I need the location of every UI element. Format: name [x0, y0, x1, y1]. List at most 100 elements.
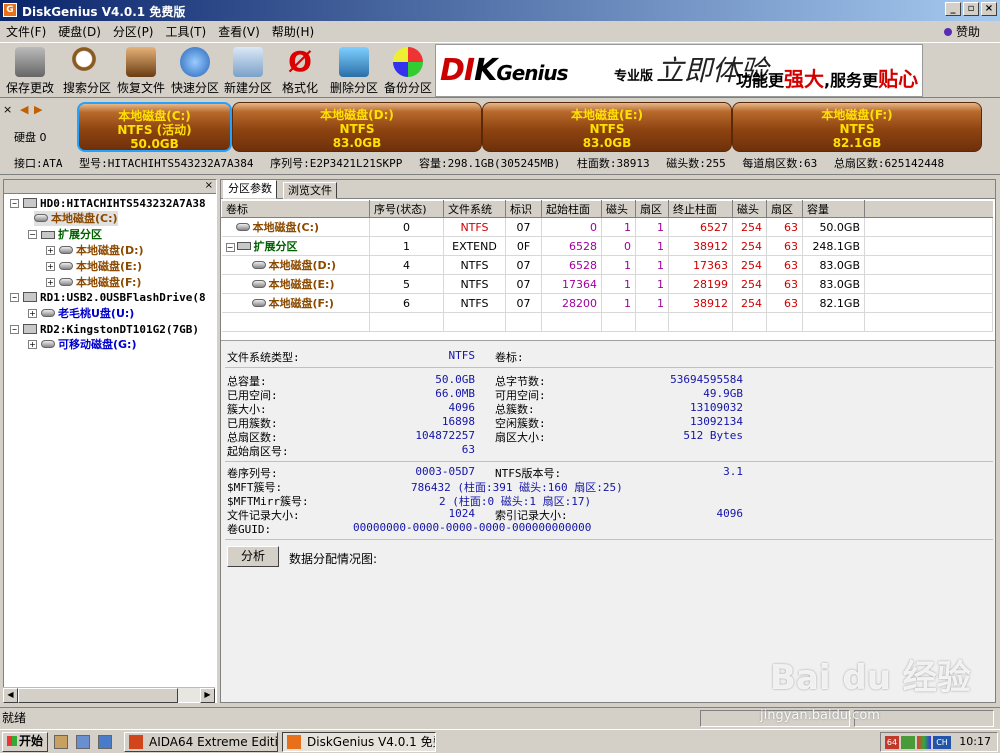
tree-node-hd0[interactable]: − HD0:HITACHIHTS543232A7A38: [10, 196, 206, 211]
disk-label: 硬盘 0: [14, 131, 47, 144]
search-icon: [72, 47, 102, 77]
col-index[interactable]: 序号(状态): [369, 200, 444, 218]
menu-file[interactable]: 文件(F): [0, 23, 52, 40]
aida64-tray-icon[interactable]: 64: [885, 736, 899, 749]
restore-button[interactable]: ▫: [963, 2, 979, 16]
partition-icon: [34, 214, 48, 222]
trash-icon: [339, 47, 369, 77]
recover-files-button[interactable]: 恢复文件: [113, 45, 169, 97]
disk-info-line: 接口:ATA 型号:HITACHIHTS543232A7A384 序列号:E2P…: [0, 155, 1000, 175]
task-diskgenius[interactable]: DiskGenius V4.0.1 免费版: [282, 732, 436, 752]
partition-icon: [235, 223, 250, 231]
table-row[interactable]: − 扩展分区 1 EXTEND 0F 6528 0 1 38912 254 63 …: [221, 236, 993, 256]
tree-close-icon[interactable]: ×: [205, 180, 213, 191]
table-row[interactable]: 本地磁盘(C:) 0 NTFS 07 0 1 1 6527 254 63 50.…: [221, 217, 993, 237]
col-end-sector[interactable]: 扇区: [766, 200, 803, 218]
partition-block-d[interactable]: 本地磁盘(D:) NTFS 83.0GB: [232, 102, 482, 152]
prev-disk-icon[interactable]: ◀: [20, 103, 28, 116]
table-row[interactable]: 本地磁盘(E:) 5 NTFS 07 17364 1 1 28199 254 6…: [221, 274, 993, 294]
table-row[interactable]: 本地磁盘(D:) 4 NTFS 07 6528 1 1 17363 254 63…: [221, 255, 993, 275]
col-start-sector[interactable]: 扇区: [635, 200, 669, 218]
display-icon[interactable]: [917, 736, 931, 749]
tree-header: ×: [4, 180, 216, 194]
next-disk-icon[interactable]: ▶: [34, 103, 42, 116]
quick-partition-button[interactable]: 快速分区: [167, 45, 223, 97]
title-bar: G DiskGenius V4.0.1 免费版 _ ▫ ×: [0, 0, 1000, 21]
partition-table: 卷标 序号(状态) 文件系统 标识 起始柱面 磁头 扇区 终止柱面 磁头 扇区 …: [221, 200, 993, 332]
menu-partition[interactable]: 分区(P): [107, 23, 160, 40]
col-fs[interactable]: 文件系统: [443, 200, 506, 218]
format-button[interactable]: Ø 格式化: [272, 45, 328, 97]
tree-node-extended[interactable]: − 扩展分区: [28, 227, 102, 242]
partition-block-c[interactable]: 本地磁盘(C:) NTFS (活动) 50.0GB: [77, 102, 232, 152]
quicklaunch-icon[interactable]: [54, 735, 68, 749]
tree-node-g[interactable]: + 可移动磁盘(G:): [28, 337, 136, 352]
menu-bar: 文件(F) 硬盘(D) 分区(P) 工具(T) 查看(V) 帮助(H) 赞助: [0, 21, 1000, 41]
tab-strip: 分区参数 浏览文件: [221, 180, 995, 199]
tree-node-rd2[interactable]: − RD2:KingstonDT101G2(7GB): [10, 322, 199, 337]
close-disk-icon[interactable]: ×: [3, 103, 12, 116]
search-partition-button[interactable]: 搜索分区: [59, 45, 115, 97]
recover-icon: [126, 47, 156, 77]
partition-block-e[interactable]: 本地磁盘(E:) NTFS 83.0GB: [482, 102, 732, 152]
menu-help[interactable]: 帮助(H): [266, 23, 320, 40]
tree-node-rd1[interactable]: − RD1:USB2.0USBFlashDrive(8: [10, 290, 206, 305]
extended-icon: [236, 242, 251, 250]
analyze-button[interactable]: 分析: [227, 546, 279, 567]
tree-node-f[interactable]: + 本地磁盘(F:): [46, 275, 141, 290]
fs-type-value: NTFS: [448, 349, 476, 362]
menu-view[interactable]: 查看(V): [212, 23, 266, 40]
show-desktop-icon[interactable]: [76, 735, 90, 749]
partition-block-f[interactable]: 本地磁盘(F:) NTFS 82.1GB: [732, 102, 982, 152]
watermark-url: jingyan.baidu.com: [760, 708, 880, 723]
tree-horizontal-scrollbar[interactable]: ◀ ▶: [3, 687, 215, 703]
minimize-button[interactable]: _: [945, 2, 961, 16]
donate-icon: [943, 28, 952, 36]
extended-icon: [41, 231, 55, 239]
tab-partition-params[interactable]: 分区参数: [223, 180, 277, 199]
diskgenius-icon: [287, 735, 301, 749]
save-icon: [15, 47, 45, 77]
scroll-right-icon[interactable]: ▶: [200, 688, 215, 703]
table-row[interactable]: 本地磁盘(F:) 6 NTFS 07 28200 1 1 38912 254 6…: [221, 293, 993, 313]
window-title: DiskGenius V4.0.1 免费版: [22, 5, 186, 19]
tree-node-d[interactable]: + 本地磁盘(D:): [46, 243, 144, 258]
col-start-head[interactable]: 磁头: [601, 200, 636, 218]
close-button[interactable]: ×: [981, 2, 997, 16]
col-capacity[interactable]: 容量: [802, 200, 865, 218]
tree-node-u[interactable]: + 老毛桃U盘(U:): [28, 306, 134, 321]
new-partition-icon: [233, 47, 263, 77]
menu-disk[interactable]: 硬盘(D): [52, 23, 107, 40]
backup-partition-button[interactable]: 备份分区: [380, 45, 436, 97]
col-end-head[interactable]: 磁头: [732, 200, 767, 218]
task-aida64[interactable]: AIDA64 Extreme Edition: [124, 732, 278, 752]
fs-info-panel: 文件系统类型: NTFS 卷标: 总容量: 50.0GB 已用空间: 66.0M…: [221, 340, 995, 702]
tab-browse-files[interactable]: 浏览文件: [283, 182, 337, 199]
col-id[interactable]: 标识: [505, 200, 542, 218]
banner-slogan: 功能更强大,服务更贴心: [736, 67, 919, 91]
disk-tree: × − HD0:HITACHIHTS543232A7A38 本地磁盘(C:) − 扩…: [3, 179, 217, 703]
scroll-left-icon[interactable]: ◀: [3, 688, 18, 703]
backup-icon: [393, 47, 423, 77]
col-end-cyl[interactable]: 终止柱面: [668, 200, 733, 218]
partition-icon: [41, 309, 55, 317]
delete-partition-button[interactable]: 删除分区: [326, 45, 382, 97]
scroll-thumb[interactable]: [18, 688, 178, 703]
donate-link[interactable]: 赞助: [943, 23, 980, 40]
disk-map-bar: × ◀ ▶ 硬盘 0 本地磁盘(C:) NTFS (活动) 50.0GB 本地磁盘(…: [0, 99, 1000, 155]
tree-node-e[interactable]: + 本地磁盘(E:): [46, 259, 142, 274]
start-button[interactable]: 开始: [2, 732, 48, 752]
save-changes-button[interactable]: 保存更改: [2, 45, 58, 97]
quicklaunch-ie-icon[interactable]: [98, 735, 112, 749]
ime-indicator[interactable]: CH: [933, 736, 951, 749]
col-label[interactable]: 卷标: [221, 200, 370, 218]
partition-icon: [59, 262, 73, 270]
tree-node-c[interactable]: 本地磁盘(C:): [34, 211, 118, 226]
col-start-cyl[interactable]: 起始柱面: [541, 200, 602, 218]
usb-disk-icon: [23, 324, 37, 334]
menu-tools[interactable]: 工具(T): [160, 23, 213, 40]
usb-disk-icon: [23, 292, 37, 302]
new-partition-button[interactable]: 新建分区: [220, 45, 276, 97]
promo-banner[interactable]: DIKGenius 专业版 立即体验 功能更强大,服务更贴心: [435, 44, 923, 97]
network-icon[interactable]: [901, 736, 915, 749]
